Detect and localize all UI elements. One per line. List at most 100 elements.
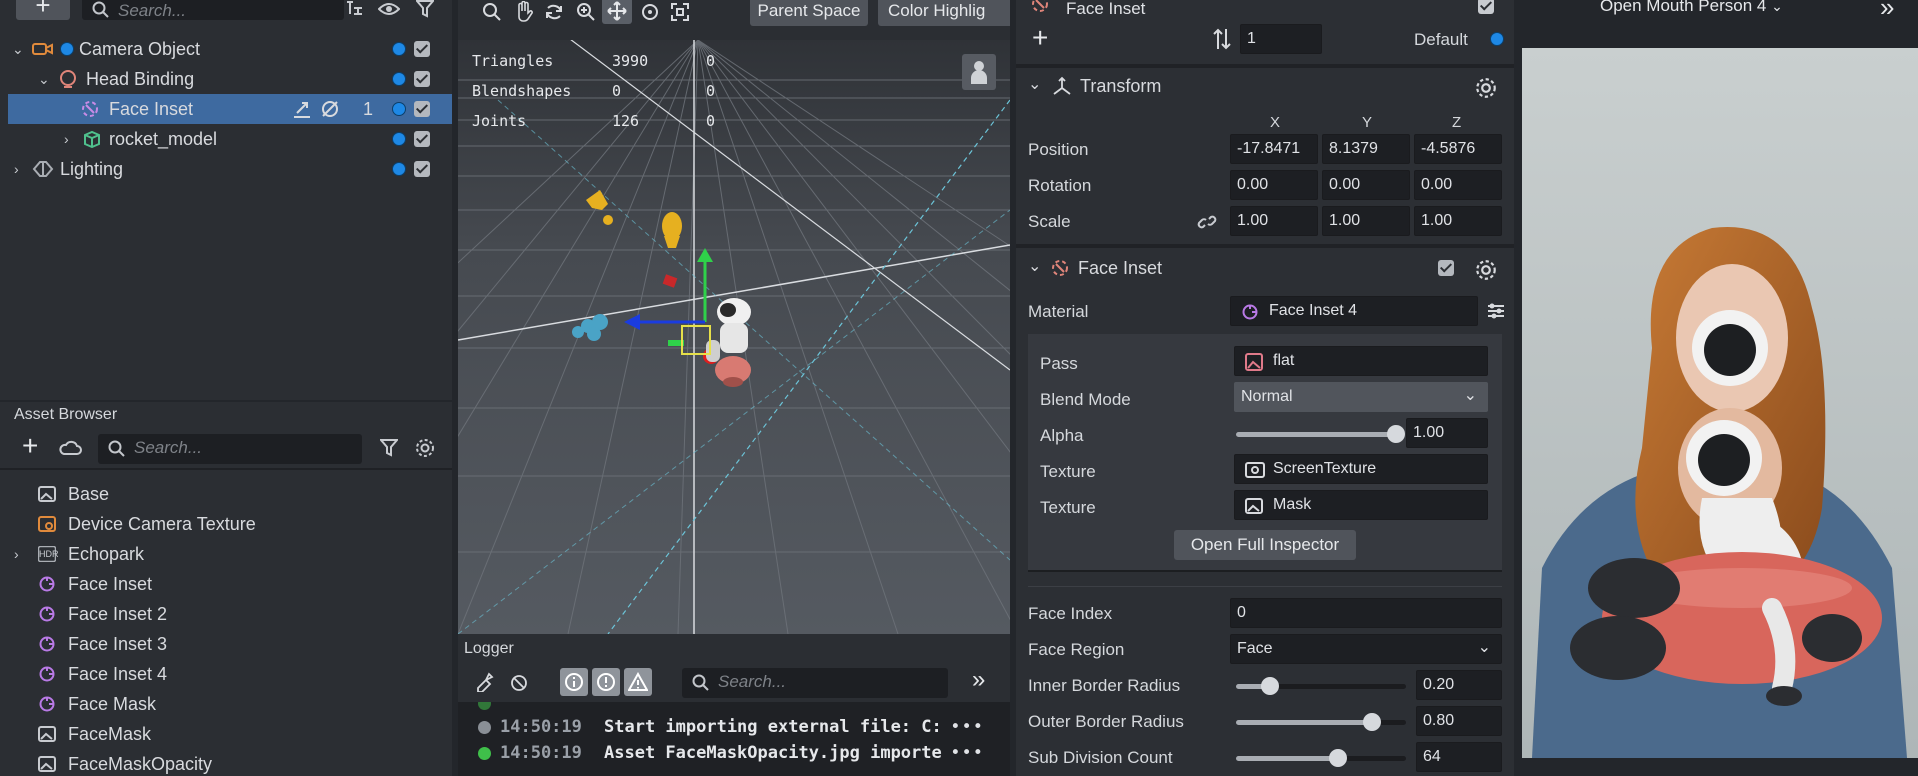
info-filter-toggle[interactable] <box>560 668 588 696</box>
warning-filter-toggle[interactable] <box>592 668 620 696</box>
open-full-inspector-button[interactable]: Open Full Inspector <box>1174 530 1356 560</box>
asset-item-face-mask[interactable]: Face Mask <box>0 689 452 719</box>
enabled-checkbox[interactable] <box>414 71 430 87</box>
gear-icon[interactable] <box>414 437 436 459</box>
pass-field[interactable]: flat <box>1234 346 1488 376</box>
tree-item-head-binding[interactable]: ⌄ Head Binding <box>8 64 452 94</box>
rotation-y-field[interactable]: 0.00 <box>1322 170 1410 200</box>
render-order-icon[interactable] <box>320 100 340 118</box>
subdiv-slider-knob[interactable] <box>1329 749 1347 767</box>
viewport-3d-canvas[interactable] <box>458 40 1010 634</box>
hierarchy-sort-icon[interactable] <box>344 0 366 18</box>
transform-header[interactable]: ⌄ Transform <box>1016 68 1514 108</box>
rotation-x-field[interactable]: 0.00 <box>1230 170 1318 200</box>
alpha-slider-knob[interactable] <box>1387 425 1405 443</box>
enabled-checkbox[interactable] <box>414 161 430 177</box>
orbit-icon[interactable] <box>544 2 564 22</box>
layer-dot[interactable] <box>392 42 406 56</box>
layer-dot[interactable] <box>392 162 406 176</box>
scene-search-input[interactable]: Search... <box>82 0 344 20</box>
render-order-field[interactable]: 1 <box>1240 24 1322 54</box>
scale-y-field[interactable]: 1.00 <box>1322 206 1410 236</box>
material-field[interactable]: Face Inset 4 <box>1230 296 1478 326</box>
face-index-field[interactable]: 0 <box>1230 598 1502 628</box>
asset-item-face-inset-2[interactable]: Face Inset 2 <box>0 599 452 629</box>
face-region-select[interactable]: Face ⌄ <box>1230 634 1502 664</box>
zoom-icon[interactable] <box>576 2 596 22</box>
zoom-fit-icon[interactable] <box>482 2 502 22</box>
mask-texture-field[interactable]: Mask <box>1234 490 1488 520</box>
scene-viewport[interactable]: Parent Space Color Highlig Triangles 399… <box>458 0 1010 634</box>
parent-space-button[interactable]: Parent Space <box>750 0 868 26</box>
collapse-panel-icon[interactable]: » <box>1880 0 1894 23</box>
log-more-button[interactable]: ••• <box>950 714 984 740</box>
tree-item-rocket-model[interactable]: › rocket_model <box>8 124 452 154</box>
preview-image[interactable] <box>1522 48 1918 758</box>
error-filter-toggle[interactable] <box>624 668 652 696</box>
asset-item-facemaskopacity[interactable]: FaceMaskOpacity <box>0 749 452 776</box>
rotate-icon[interactable] <box>640 2 660 22</box>
enabled-checkbox[interactable] <box>414 41 430 57</box>
clear-log-icon[interactable] <box>474 672 494 692</box>
asset-item-face-inset[interactable]: Face Inset <box>0 569 452 599</box>
object-name-field[interactable]: Face Inset <box>1060 0 1478 20</box>
layer-dot[interactable] <box>392 102 406 116</box>
link-icon[interactable] <box>1196 212 1218 232</box>
camera-view-button[interactable] <box>962 54 996 90</box>
move-tool-button[interactable] <box>602 0 632 24</box>
gear-icon[interactable] <box>1474 76 1498 100</box>
chevron-right-icon[interactable]: › <box>14 154 19 184</box>
tree-item-face-inset[interactable]: Face Inset 1 <box>8 94 452 124</box>
scale-x-field[interactable]: 1.00 <box>1230 206 1318 236</box>
object-enabled-checkbox[interactable] <box>1478 0 1494 14</box>
expand-logger-icon[interactable]: » <box>972 666 985 694</box>
filter-icon[interactable] <box>416 0 434 18</box>
tree-item-lighting[interactable]: › Lighting <box>8 154 452 184</box>
add-object-button[interactable]: + <box>16 0 70 20</box>
inner-radius-slider-knob[interactable] <box>1261 677 1279 695</box>
color-highlight-button[interactable]: Color Highlig <box>878 0 1010 26</box>
outer-radius-field[interactable]: 0.80 <box>1416 706 1502 736</box>
asset-item-face-inset-4[interactable]: Face Inset 4 <box>0 659 452 689</box>
logger-search-input[interactable]: Search... <box>682 668 948 698</box>
position-x-field[interactable]: -17.8471 <box>1230 134 1318 164</box>
layer-dot[interactable] <box>392 132 406 146</box>
asset-item-base[interactable]: Base <box>0 479 452 509</box>
outer-radius-slider-knob[interactable] <box>1363 713 1381 731</box>
scale-z-field[interactable]: 1.00 <box>1414 206 1502 236</box>
rotation-z-field[interactable]: 0.00 <box>1414 170 1502 200</box>
asset-item-facemask-texture[interactable]: FaceMask <box>0 719 452 749</box>
add-asset-button[interactable]: + <box>22 432 38 460</box>
scale-icon[interactable] <box>670 2 690 22</box>
cloud-icon[interactable] <box>58 440 82 456</box>
chevron-down-icon[interactable]: ⌄ <box>1028 74 1041 94</box>
log-line[interactable]: 14:50:19 Start importing external file: … <box>458 714 1010 740</box>
asset-item-face-inset-3[interactable]: Face Inset 3 <box>0 629 452 659</box>
blend-mode-select[interactable]: Normal ⌄ <box>1234 382 1488 412</box>
subdiv-field[interactable]: 64 <box>1416 742 1502 772</box>
lens-selector[interactable]: Open Mouth Person 4 ⌄ <box>1600 0 1820 18</box>
log-more-button[interactable]: ••• <box>950 740 984 766</box>
alpha-value-field[interactable]: 1.00 <box>1406 418 1488 448</box>
enabled-checkbox[interactable] <box>414 101 430 117</box>
material-settings-icon[interactable] <box>1486 302 1506 320</box>
chevron-right-icon[interactable]: › <box>64 124 69 154</box>
layer-dot[interactable] <box>1490 32 1504 46</box>
position-z-field[interactable]: -4.5876 <box>1414 134 1502 164</box>
asset-item-echopark[interactable]: › HDR Echopark <box>0 539 452 569</box>
chevron-down-icon[interactable]: ⌄ <box>38 64 50 94</box>
asset-item-device-camera-texture[interactable]: Device Camera Texture <box>0 509 452 539</box>
layer-dot[interactable] <box>392 72 406 86</box>
pan-hand-icon[interactable] <box>514 1 534 23</box>
face-inset-component-header[interactable]: ⌄ Face Inset <box>1016 250 1514 290</box>
tree-item-camera-object[interactable]: ⌄ Camera Object <box>8 34 452 64</box>
enabled-checkbox[interactable] <box>414 131 430 147</box>
add-component-button[interactable]: + <box>1032 24 1048 52</box>
inner-radius-field[interactable]: 0.20 <box>1416 670 1502 700</box>
chevron-down-icon[interactable]: ⌄ <box>12 34 24 64</box>
chevron-right-icon[interactable]: › <box>14 539 19 569</box>
layer-override-icon[interactable] <box>292 101 312 119</box>
asset-search-input[interactable]: Search... <box>98 434 362 464</box>
log-line[interactable]: 14:50:19 Asset FaceMaskOpacity.jpg impor… <box>458 740 1010 766</box>
filter-bug-icon[interactable] <box>508 672 530 694</box>
